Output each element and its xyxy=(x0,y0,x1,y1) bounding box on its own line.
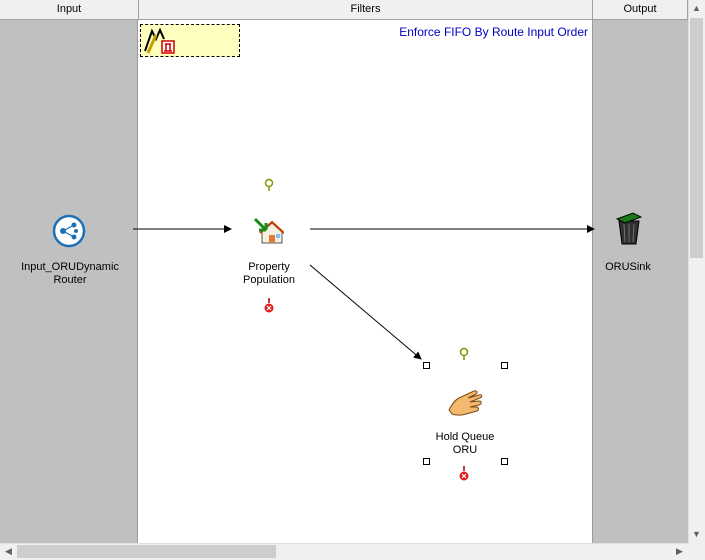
input-pin-icon[interactable] xyxy=(264,178,274,192)
input-node-label: Input_ORUDynamic Router xyxy=(21,261,119,286)
selection-handle-bottom-right[interactable] xyxy=(501,458,508,465)
selection-handle-bottom-left[interactable] xyxy=(423,458,430,465)
scrollbar-corner xyxy=(688,543,705,560)
trash-bin-icon xyxy=(615,212,643,245)
hand-icon xyxy=(448,390,483,416)
router-icon xyxy=(52,214,86,248)
error-pin-icon[interactable] xyxy=(263,298,275,314)
hold-queue-label: Hold Queue ORU xyxy=(435,431,495,456)
scroll-right-arrow-icon[interactable]: ▶ xyxy=(671,543,688,560)
property-population-label: Property Population xyxy=(243,261,295,286)
scroll-left-arrow-icon[interactable]: ◀ xyxy=(0,543,17,560)
horizontal-scroll-thumb[interactable] xyxy=(17,545,276,558)
note-icon xyxy=(144,27,175,54)
scroll-down-arrow-icon[interactable]: ▼ xyxy=(688,526,705,543)
input-pin-icon[interactable] xyxy=(459,347,469,361)
error-pin-icon[interactable] xyxy=(458,466,470,482)
scroll-up-arrow-icon[interactable]: ▲ xyxy=(688,0,705,17)
sink-label: ORUSink xyxy=(605,261,651,273)
sink-node[interactable]: ORUSink xyxy=(596,212,660,274)
connector-property-to-holdqueue xyxy=(309,264,422,360)
vertical-scroll-thumb[interactable] xyxy=(690,18,703,258)
selection-handle-top-left[interactable] xyxy=(423,362,430,369)
hold-queue-node[interactable]: Hold Queue ORU xyxy=(428,384,502,458)
property-population-node[interactable]: Property Population xyxy=(232,214,306,290)
annotation-text[interactable]: Enforce FIFO By Route Input Order xyxy=(378,25,588,39)
annotation-box[interactable] xyxy=(140,24,240,57)
property-population-icon xyxy=(254,217,284,244)
input-node[interactable]: Input_ORUDynamic Router xyxy=(14,212,126,288)
selection-handle-top-right[interactable] xyxy=(501,362,508,369)
